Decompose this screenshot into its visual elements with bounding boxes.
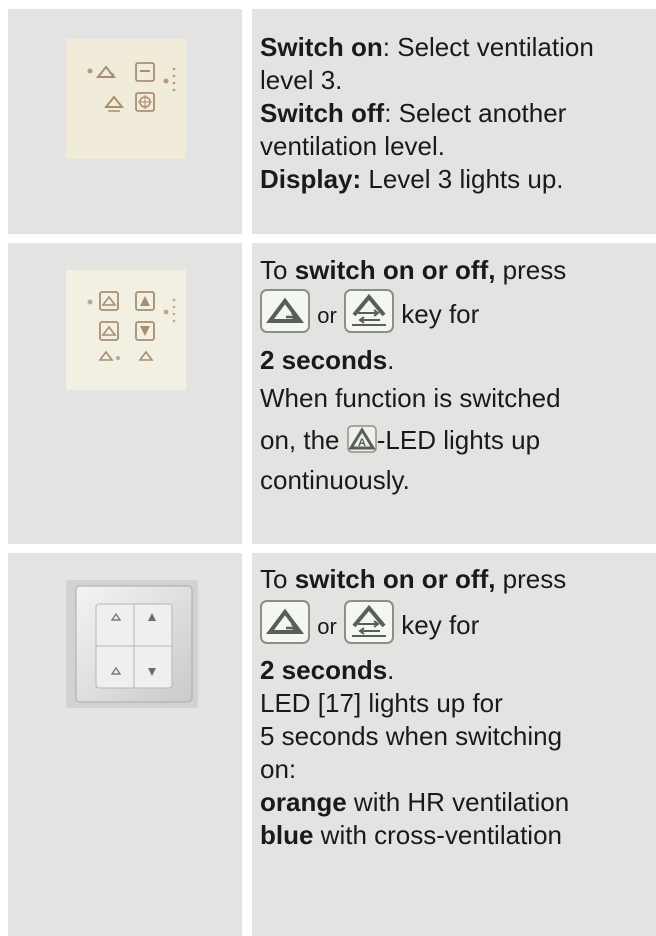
table-row: To switch on or off, press or key for 2 … — [8, 243, 656, 544]
device-cell — [8, 553, 242, 936]
house-arrow-key-icon[interactable] — [260, 289, 310, 333]
control-panel-image — [66, 39, 186, 159]
text-cell: To switch on or off, press or key for 2 … — [252, 243, 656, 544]
device-cell — [8, 9, 242, 234]
svg-text:A: A — [358, 437, 366, 449]
text-cell: To switch on or off, press or key for 2 … — [252, 553, 656, 936]
text-cell: Switch on: Select ventilation level 3. S… — [252, 9, 656, 234]
house-double-arrow-key-icon[interactable] — [344, 289, 395, 333]
device-cell — [8, 243, 242, 544]
house-a-led-icon: A — [346, 425, 377, 453]
control-panel-image — [66, 270, 186, 390]
table-row: Switch on: Select ventilation level 3. S… — [8, 9, 656, 234]
table-row: To switch on or off, press or key for 2 … — [8, 553, 656, 936]
house-arrow-key-icon[interactable] — [260, 600, 310, 644]
house-double-arrow-key-icon[interactable] — [344, 600, 395, 644]
switch-image — [66, 580, 198, 708]
